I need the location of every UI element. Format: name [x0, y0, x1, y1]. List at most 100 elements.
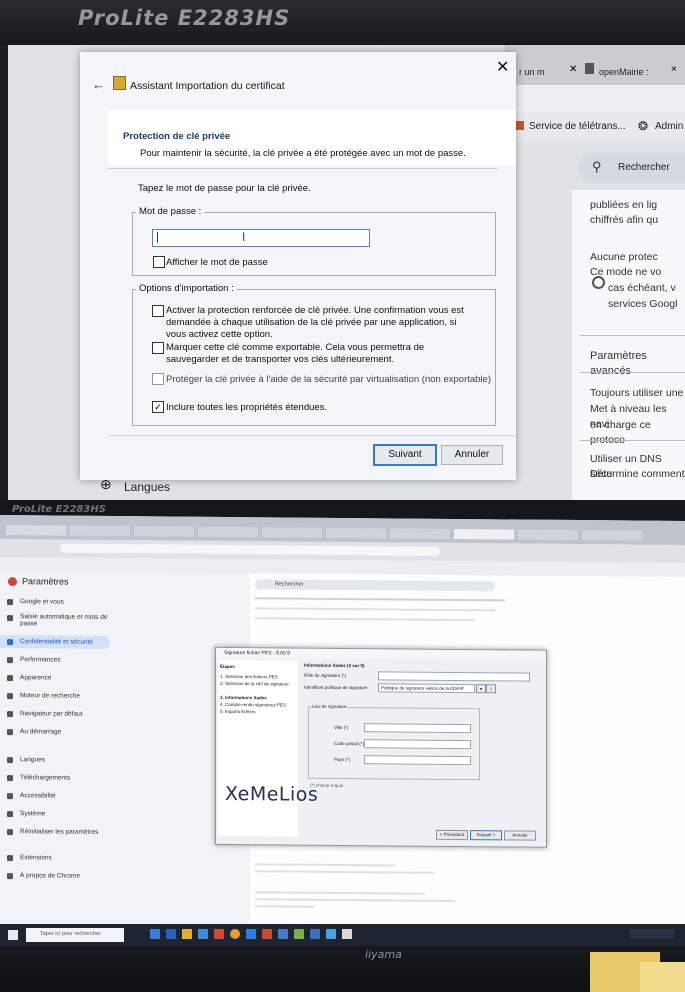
globe-icon — [7, 757, 13, 764]
enhanced-protection-checkbox[interactable] — [152, 305, 164, 317]
next-button[interactable]: Suivant > — [470, 830, 502, 841]
taskbar-app-icon[interactable] — [214, 929, 224, 939]
gauge-icon — [7, 657, 13, 664]
taskbar-app-icon[interactable] — [246, 929, 256, 939]
download-icon — [7, 775, 13, 782]
bezel-left — [0, 45, 8, 500]
browser-tab[interactable] — [326, 527, 386, 539]
folder-icon[interactable] — [182, 929, 192, 939]
taskbar-app-icon[interactable] — [262, 929, 272, 939]
sidebar-item[interactable]: Téléchargements — [20, 774, 70, 781]
taskbar-app-icon[interactable] — [166, 929, 176, 939]
sidebar-item[interactable]: Saisie automatique et mots de passe — [20, 613, 110, 628]
sidebar-item[interactable]: Langues — [20, 756, 45, 763]
sidebar-item[interactable]: Extensions — [20, 854, 52, 861]
taskbar-app-icon[interactable] — [150, 929, 160, 939]
reset-icon — [7, 829, 13, 836]
next-button[interactable]: Suivant — [373, 444, 437, 466]
close-icon[interactable]: × — [671, 64, 677, 75]
close-icon[interactable]: ✕ — [569, 64, 577, 75]
sidebar-item[interactable]: À propos de Chrome — [20, 872, 80, 880]
sidebar-item[interactable]: Navigateur par défaut — [20, 710, 83, 718]
city-label: Ville (*) — [334, 724, 349, 731]
radio-button[interactable] — [592, 276, 605, 289]
tab-2[interactable]: openMairie : — [599, 67, 649, 77]
system-tray[interactable] — [630, 929, 674, 939]
tab-1[interactable]: r un m — [519, 67, 545, 77]
chrome-icon[interactable] — [230, 929, 240, 939]
sidebar-item[interactable]: Système — [20, 810, 45, 817]
country-label: Pays (*) — [334, 756, 351, 763]
show-password-checkbox[interactable] — [153, 256, 165, 268]
browser-tab[interactable] — [518, 529, 578, 541]
settings-title: Paramètres — [22, 576, 69, 587]
browser-icon — [7, 711, 13, 718]
taskbar-app-icon[interactable] — [278, 929, 288, 939]
xemelios-logo: XeMeLios — [225, 782, 319, 806]
sidebar-item[interactable]: Accessibilité — [20, 792, 56, 799]
puzzle-icon — [7, 855, 13, 862]
role-input[interactable] — [378, 671, 530, 682]
option-label: Inclure toutes les propriétés étendues. — [166, 402, 328, 413]
browser-tab[interactable] — [134, 526, 194, 537]
extended-properties-checkbox[interactable]: ✓ — [152, 401, 164, 413]
browser-tab[interactable] — [198, 526, 258, 538]
sidebar-item[interactable]: Performances — [20, 656, 60, 663]
certificate-icon — [113, 76, 126, 90]
browser-tab[interactable] — [6, 525, 66, 536]
sidebar-item[interactable]: Moteur de recherche — [20, 692, 80, 700]
cancel-button[interactable]: Annuler — [441, 445, 503, 465]
settings-search[interactable]: Rechercher — [255, 579, 495, 592]
header-section: Protection de clé privée Pour maintenir … — [108, 110, 516, 165]
sidebar-item[interactable]: Réinitialiser les paramètres — [20, 828, 98, 836]
i-beam-cursor-icon: I — [242, 230, 246, 244]
previous-button[interactable]: < Précédent — [436, 829, 468, 841]
cancel-button[interactable]: Annuler — [504, 830, 536, 841]
windows-start-icon[interactable] — [8, 930, 18, 940]
bookmark-item[interactable]: Admin — [655, 121, 683, 132]
sidebar-item-security[interactable]: Confidentialité et sécurité — [20, 638, 93, 646]
sidebar-item-langues[interactable]: Langues — [124, 480, 170, 494]
sidebar-item[interactable]: Apparence — [20, 674, 51, 681]
step-item: 5. Imports fichiers — [220, 708, 256, 715]
tab-favicon-icon — [585, 63, 594, 74]
dropdown-icon[interactable]: ▾ — [476, 684, 486, 694]
accessibility-icon — [7, 793, 13, 800]
required-note: (*) champ requis — [310, 782, 344, 788]
sidebar-item[interactable]: Au démarrage — [20, 728, 61, 735]
settings-sidebar: Paramètres Google et vous Saisie automat… — [0, 571, 250, 924]
url-field[interactable] — [60, 543, 440, 556]
back-arrow-icon[interactable]: ← — [92, 77, 105, 92]
search-icon — [7, 693, 13, 700]
palette-icon — [7, 675, 13, 682]
taskbar-app-icon[interactable] — [310, 929, 320, 939]
policy-select[interactable]: Politique de signature Helios de la DGFi… — [378, 683, 475, 694]
section-description: Pour maintenir la sécurité, la clé privé… — [140, 148, 466, 159]
taskbar-search[interactable]: Taper ici pour rechercher — [26, 928, 124, 942]
settings-text: Aucune protec — [590, 251, 658, 263]
postal-code-input[interactable] — [364, 739, 471, 750]
info-icon[interactable]: i — [486, 684, 496, 694]
settings-search[interactable]: ⚲ Rechercher — [578, 153, 685, 183]
exportable-key-checkbox[interactable] — [152, 342, 164, 354]
browser-tab[interactable] — [390, 528, 450, 539]
dialog-title: Assistant Importation du certificat — [130, 80, 285, 92]
browser-tab[interactable] — [262, 527, 322, 538]
search-label: Rechercher — [618, 162, 670, 173]
country-input[interactable] — [364, 755, 471, 766]
browser-tab[interactable] — [582, 530, 642, 541]
taskbar-app-icon[interactable] — [198, 929, 208, 939]
browser-tab[interactable] — [70, 525, 130, 537]
browser-tab-active[interactable] — [454, 528, 514, 540]
sidebar-item[interactable]: Google et vous — [20, 598, 64, 605]
taskbar-app-icon[interactable] — [342, 929, 352, 939]
close-icon[interactable]: ✕ — [496, 57, 509, 77]
taskbar-app-icon[interactable] — [326, 929, 336, 939]
virtualization-checkbox[interactable] — [152, 373, 164, 385]
password-input[interactable]: | I — [152, 229, 370, 247]
bookmark-item[interactable]: Service de télétrans... — [529, 121, 626, 132]
taskbar-app-icon[interactable] — [294, 929, 304, 939]
dialog-title: Signature fichier PES - 8.00.9 — [224, 649, 290, 657]
bookmarks-bar: Service de télétrans... ❂ Admin — [505, 112, 685, 142]
city-input[interactable] — [364, 723, 471, 734]
